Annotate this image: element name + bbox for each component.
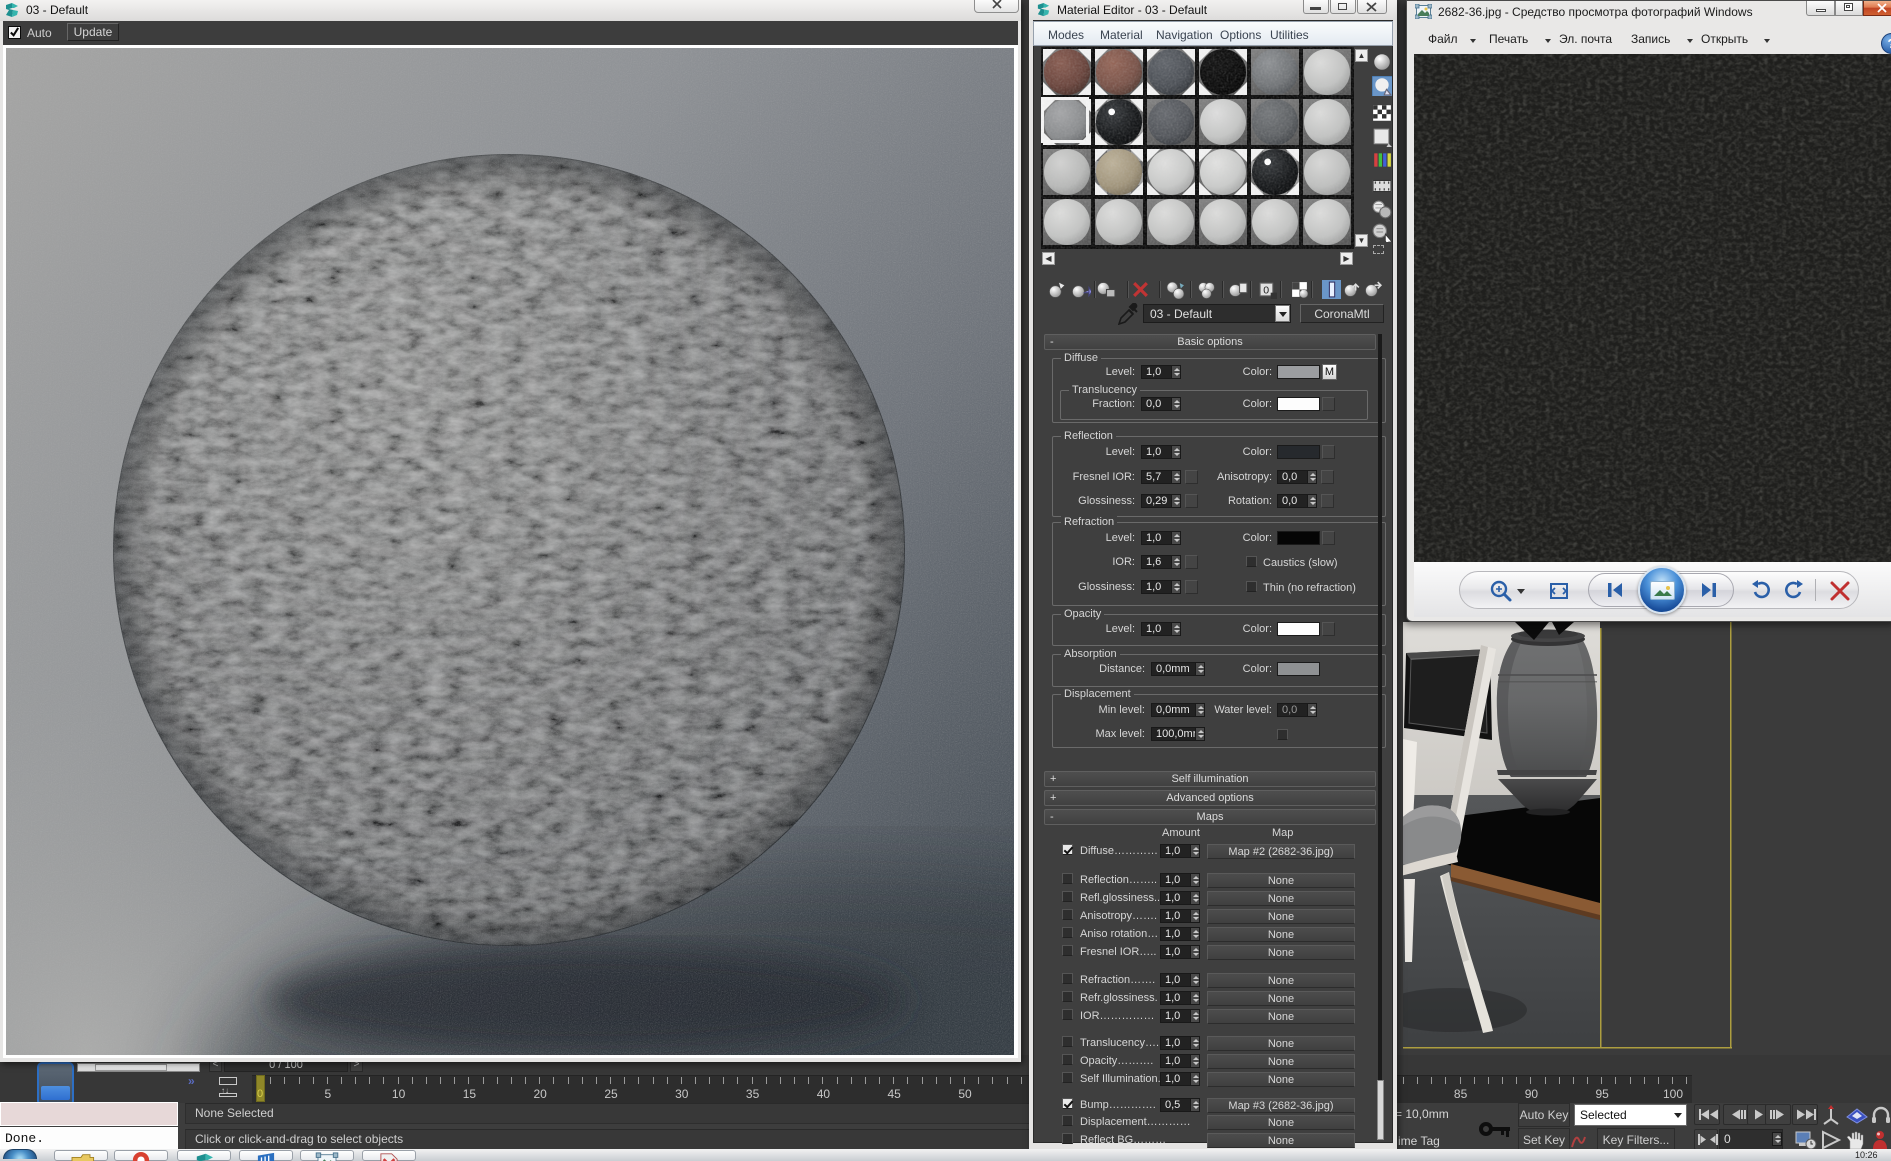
- svg-text:0: 0: [1263, 285, 1269, 297]
